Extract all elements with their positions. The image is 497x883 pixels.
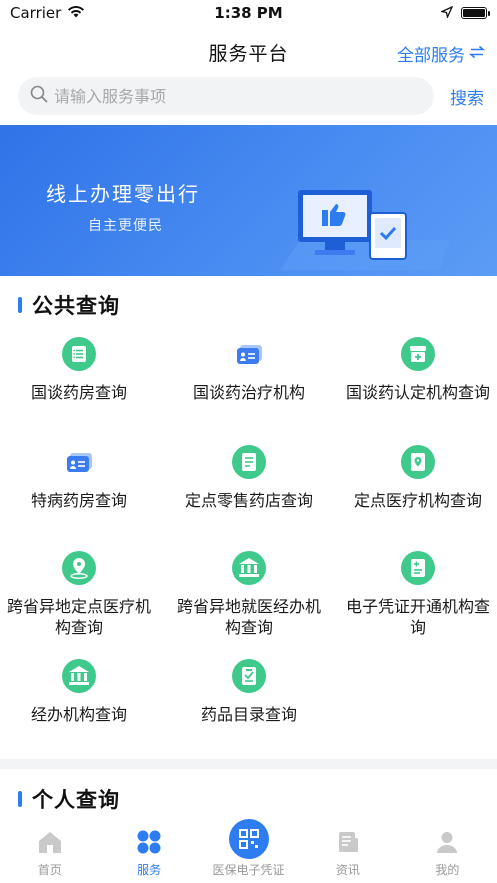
grid-item-ksyd-ddyljg[interactable]: 跨省异地定点医疗机构查询 [0, 550, 164, 638]
switch-arrows-icon [468, 44, 486, 64]
promo-banner[interactable]: 线上办理零出行 自主更便民 [0, 125, 497, 276]
personal-query-title: 个人查询 [32, 788, 120, 812]
section-divider [0, 759, 497, 769]
map-pin-icon [61, 550, 97, 586]
banner-title: 线上办理零出行 [46, 182, 200, 206]
grid-item-label: 电子凭证开通机构查询 [345, 597, 490, 637]
status-time: 1:38 PM [214, 4, 283, 22]
list-icon [61, 336, 97, 372]
tab-medical-voucher[interactable]: 医保电子凭证 [199, 819, 298, 883]
grid-item-label: 国谈药治疗机构 [192, 383, 305, 402]
tab-mine[interactable]: 我的 [398, 819, 497, 883]
grid-item-label: 定点零售药店查询 [184, 491, 313, 510]
grid-item-gtyrdjg[interactable]: 国谈药认定机构查询 [333, 336, 497, 403]
grid-item-label: 跨省异地就医经办机构查询 [176, 597, 321, 637]
qr-code-icon [228, 819, 269, 859]
tab-label: 我的 [435, 863, 460, 877]
grid-item-label: 药品目录查询 [200, 705, 297, 724]
tab-label: 首页 [37, 863, 62, 877]
battery-icon [461, 7, 490, 19]
search-box [18, 77, 434, 115]
document-icon [231, 444, 267, 480]
home-icon [37, 827, 63, 857]
grid-item-label: 跨省异地定点医疗机构查询 [6, 597, 151, 637]
tab-label: 资讯 [335, 863, 360, 877]
grid-item-tbyf[interactable]: 特病药房查询 [0, 444, 164, 511]
services-icon [136, 827, 162, 857]
grid-item-label: 国谈药房查询 [30, 383, 127, 402]
grid-item-ypml[interactable]: 药品目录查询 [164, 658, 334, 725]
tab-news[interactable]: 资讯 [298, 819, 397, 883]
public-query-header: 公共查询 [18, 290, 120, 320]
all-services-button[interactable]: 全部服务 [397, 41, 486, 66]
all-services-label: 全部服务 [397, 46, 465, 66]
nav-bar: 服务平台 全部服务 [0, 30, 497, 74]
grid-item-label: 国谈药认定机构查询 [345, 383, 490, 402]
page-title: 服务平台 [208, 42, 289, 65]
id-card-icon [61, 444, 97, 480]
grid-item-jbjg[interactable]: 经办机构查询 [0, 658, 164, 725]
grid-item-ksyd-jyjbjg[interactable]: 跨省异地就医经办机构查询 [164, 550, 334, 638]
bank-icon [61, 658, 97, 694]
medical-box-icon [400, 336, 436, 372]
public-query-title: 公共查询 [32, 294, 120, 318]
drug-catalog-icon [231, 658, 267, 694]
section-accent-bar [18, 297, 22, 313]
grid-item-label: 经办机构查询 [30, 705, 127, 724]
grid-item-gtyf[interactable]: 国谈药房查询 [0, 336, 164, 403]
grid-item-dzpzktjg[interactable]: 电子凭证开通机构查询 [333, 550, 497, 638]
tab-home[interactable]: 首页 [0, 819, 99, 883]
grid-item-ddlsyd[interactable]: 定点零售药店查询 [164, 444, 334, 511]
tab-services[interactable]: 服务 [99, 819, 198, 883]
search-row: 搜索 [18, 77, 488, 115]
location-doc-icon [400, 444, 436, 480]
computer-thumbs-up-illustration [270, 180, 470, 276]
search-button[interactable]: 搜索 [450, 84, 484, 109]
search-input[interactable] [54, 86, 414, 106]
section-accent-bar [18, 791, 22, 807]
grid-item-label: 定点医疗机构查询 [353, 491, 482, 510]
grid-item-label: 特病药房查询 [30, 491, 127, 510]
banner-subtitle: 自主更便民 [88, 218, 163, 234]
personal-query-header: 个人查询 [18, 784, 120, 814]
grid-item-gtyzljg[interactable]: 国谈药治疗机构 [164, 336, 334, 403]
grid-item-ddyljg[interactable]: 定点医疗机构查询 [333, 444, 497, 511]
news-icon [336, 827, 360, 857]
search-icon [30, 85, 48, 107]
voucher-icon [400, 550, 436, 586]
status-bar: Carrier 1:38 PM [0, 0, 497, 26]
bank-icon [231, 550, 267, 586]
tab-bar: 首页 服务 医保电子凭证 资讯 我的 [0, 819, 497, 883]
tab-label: 医保电子凭证 [212, 863, 285, 877]
tab-label: 服务 [137, 863, 162, 877]
id-card-icon [231, 336, 267, 372]
user-icon [435, 827, 459, 857]
